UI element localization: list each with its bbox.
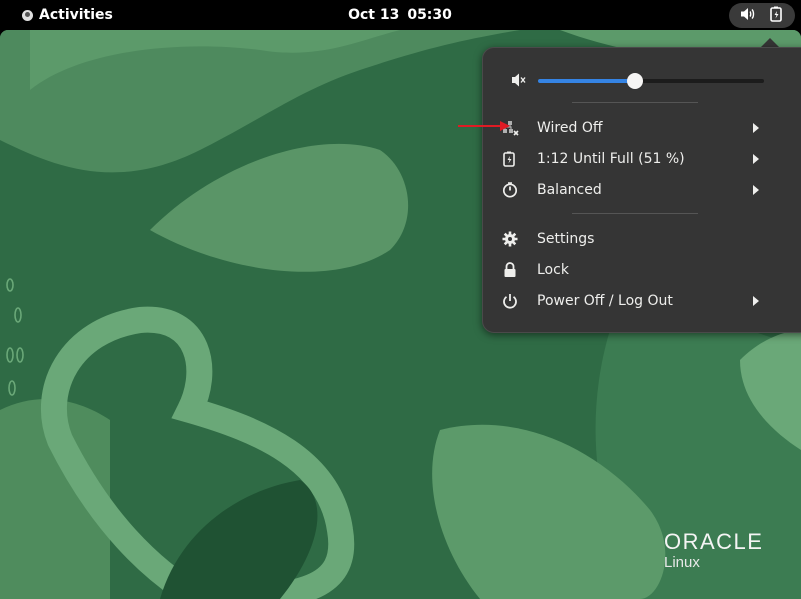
menu-separator xyxy=(572,213,698,214)
activities-logo-icon xyxy=(22,9,33,21)
menu-item-battery[interactable]: 1:12 Until Full (51 %) xyxy=(499,145,767,173)
power-profile-icon xyxy=(499,181,521,199)
submenu-arrow-icon xyxy=(753,296,759,306)
battery-charging-icon xyxy=(499,150,521,168)
brand-oracle: ORACLE xyxy=(664,529,764,554)
brand-linux: Linux xyxy=(664,554,700,571)
quick-settings-menu: Wired Off 1:12 Until Full (51 %) Balance… xyxy=(482,47,801,333)
volume-icon xyxy=(740,6,756,25)
menu-item-label: Lock xyxy=(537,262,569,278)
menu-item-lock[interactable]: Lock xyxy=(499,256,767,284)
menu-item-label: Balanced xyxy=(537,182,602,198)
submenu-arrow-icon xyxy=(753,154,759,164)
volume-muted-icon[interactable] xyxy=(511,72,527,92)
power-icon xyxy=(499,292,521,310)
volume-slider[interactable] xyxy=(538,73,764,89)
settings-gear-icon xyxy=(499,230,521,248)
volume-row xyxy=(511,70,771,90)
top-bar: Activities Oct 13 05:30 xyxy=(0,0,801,30)
clock-date: Oct 13 xyxy=(348,7,400,23)
system-tray-button[interactable] xyxy=(729,3,795,28)
menu-item-label: 1:12 Until Full (51 %) xyxy=(537,151,685,167)
menu-item-settings[interactable]: Settings xyxy=(499,225,767,253)
submenu-arrow-icon xyxy=(753,185,759,195)
menu-separator xyxy=(572,102,698,103)
menu-item-label: Settings xyxy=(537,231,595,247)
submenu-arrow-icon xyxy=(753,123,759,133)
activities-button[interactable]: Activities xyxy=(10,0,121,30)
menu-item-label: Power Off / Log Out xyxy=(537,293,673,309)
battery-charging-icon xyxy=(770,6,784,26)
activities-label: Activities xyxy=(39,7,113,23)
menu-item-label: Wired Off xyxy=(537,120,603,136)
menu-item-power-off[interactable]: Power Off / Log Out xyxy=(499,287,767,315)
annotation-arrow-icon xyxy=(458,121,510,131)
clock-time: 05:30 xyxy=(407,7,452,23)
volume-slider-knob[interactable] xyxy=(627,73,643,89)
menu-item-wired[interactable]: Wired Off xyxy=(499,114,767,142)
menu-item-power-profile[interactable]: Balanced xyxy=(499,176,767,204)
clock-button[interactable]: Oct 13 05:30 xyxy=(340,0,460,30)
volume-slider-fill xyxy=(538,79,635,83)
oracle-linux-brand: ORACLE Linux xyxy=(664,530,784,572)
lock-icon xyxy=(499,261,521,279)
